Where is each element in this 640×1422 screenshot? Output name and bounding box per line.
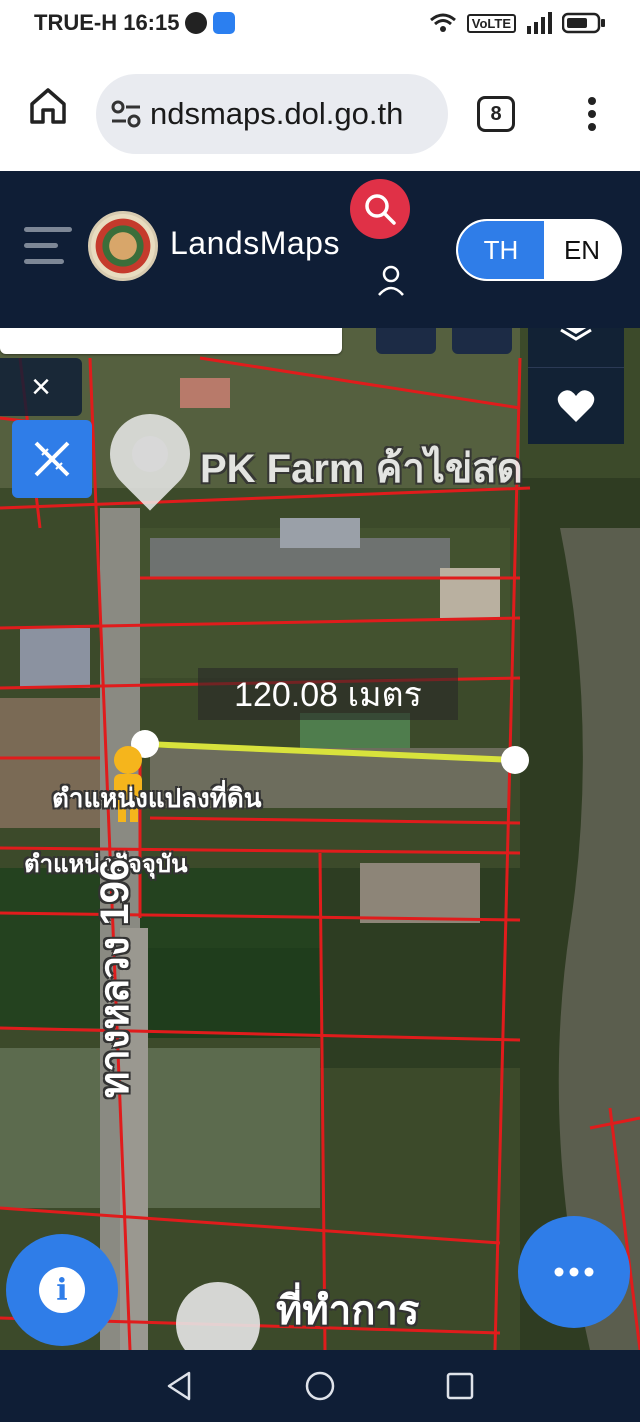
map-tool-button-2[interactable] [452, 328, 512, 354]
office-label[interactable]: ที่ทำการ [276, 1278, 419, 1342]
language-toggle[interactable]: TH EN [456, 219, 622, 281]
search-icon [365, 194, 396, 225]
home-icon[interactable] [28, 86, 68, 126]
home-circle-icon[interactable] [304, 1370, 336, 1402]
carrier-time: TRUE-H 16:15 [34, 10, 180, 35]
user-icon[interactable] [376, 265, 406, 297]
measure-button[interactable] [12, 420, 92, 498]
app-header: LandsMaps TH EN [0, 171, 640, 328]
search-result-strip[interactable] [0, 328, 342, 354]
status-left: TRUE-H 16:15 [34, 10, 236, 36]
measure-icon [34, 441, 70, 477]
search-button[interactable] [350, 179, 410, 239]
layers-button[interactable] [528, 328, 624, 368]
messenger-icon [185, 12, 208, 34]
battery-icon [562, 12, 605, 34]
map-view[interactable]: PK Farm ค้าไข่สด 120.08 เมตร ตำแหน่งแปลง… [0, 328, 640, 1350]
app-notification-icon [213, 12, 236, 34]
system-nav-bar [0, 1350, 640, 1422]
favorite-button[interactable] [528, 368, 624, 444]
volte-badge: VoLTE [466, 13, 516, 33]
close-icon: × [31, 367, 51, 406]
status-right: VoLTE [429, 12, 606, 34]
lang-th-option[interactable]: TH [458, 221, 544, 279]
poi-label[interactable]: PK Farm ค้าไข่สด [200, 436, 523, 500]
info-icon: i [39, 1267, 85, 1313]
address-bar[interactable]: ndsmaps.dol.go.th [96, 74, 448, 154]
back-icon[interactable] [165, 1370, 195, 1402]
signal-icon [527, 12, 552, 34]
more-horiz-button[interactable] [518, 1216, 630, 1328]
more-horiz-icon [554, 1267, 594, 1277]
lang-en-option[interactable]: EN [544, 221, 620, 279]
tune-icon[interactable] [110, 100, 142, 128]
more-vert-icon[interactable] [582, 94, 602, 134]
recents-icon[interactable] [445, 1371, 475, 1401]
map-tool-button-1[interactable] [376, 328, 436, 354]
map-side-panel [528, 328, 624, 444]
status-bar: TRUE-H 16:15 VoLTE [0, 0, 640, 46]
heart-icon [557, 390, 595, 422]
info-button[interactable]: i [6, 1234, 118, 1346]
browser-toolbar: ndsmaps.dol.go.th 8 [0, 46, 640, 171]
close-measure-button[interactable]: × [0, 358, 82, 416]
tabs-button[interactable]: 8 [477, 96, 515, 132]
parcel-position-label: ตำแหน่งแปลงที่ดิน [52, 783, 262, 813]
url-text: ndsmaps.dol.go.th [150, 96, 404, 131]
wifi-icon [429, 13, 456, 32]
dol-logo [88, 211, 158, 281]
brand-title: LandsMaps [170, 225, 340, 261]
layers-icon [560, 328, 592, 341]
hamburger-icon[interactable] [24, 227, 72, 265]
road-label: ทางหลวง 196 [93, 858, 137, 1098]
distance-label: 120.08 เมตร [198, 668, 458, 720]
